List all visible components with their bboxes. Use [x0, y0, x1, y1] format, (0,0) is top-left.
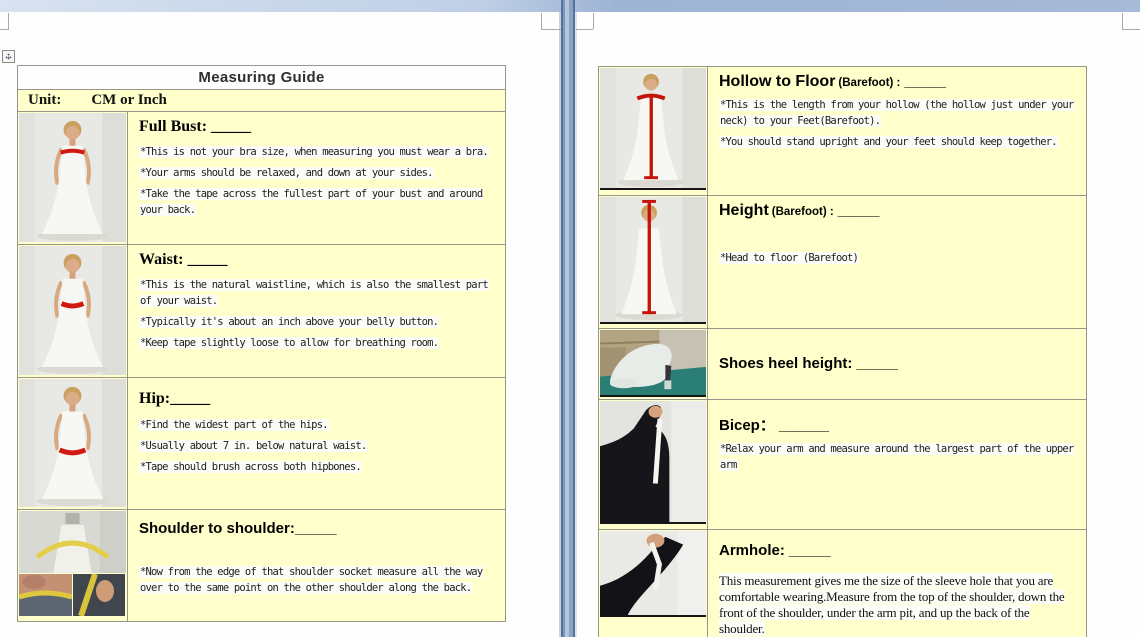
waist-row: Waist:_____ *This is the natural waistli… — [18, 244, 505, 377]
shoes-heel-label: Shoes heel height: — [719, 355, 852, 372]
shoulder-label: Shoulder to shoulder: — [139, 520, 295, 537]
note-text: *You should stand upright and your feet … — [719, 136, 1058, 148]
bride-waist-photo — [19, 246, 126, 375]
full-bust-blank: _____ — [211, 118, 251, 135]
shoes-heel-blank: _____ — [856, 355, 898, 372]
document-page-1[interactable]: ↔ ↕ Measuring Guide Unit: CM or Inch — [0, 12, 561, 637]
hip-cell: Hip:_____ *Find the widest part of the h… — [128, 378, 505, 509]
bride-height-photo — [600, 197, 706, 324]
page-gap — [561, 0, 575, 637]
measuring-guide-table: Measuring Guide Unit: CM or Inch — [17, 65, 506, 622]
bicep-blank: ______ — [779, 417, 829, 434]
note-text: *Typically it's about an inch above your… — [139, 316, 439, 328]
height-sub: (Barefoot) : — [772, 206, 834, 218]
hollow-to-floor-blank: _____ — [904, 73, 946, 90]
note-text: *Relax your arm and measure around the l… — [719, 443, 1074, 471]
table-title-row: Measuring Guide — [18, 66, 505, 89]
armhole-row: Armhole:_____ This measurement gives me … — [599, 529, 1086, 637]
full-bust-photo[interactable] — [18, 112, 128, 244]
hip-tape-photo — [19, 574, 72, 616]
shoulder-row: Shoulder to shoulder:_____ *Now from the… — [18, 509, 505, 621]
note-text: *Your arms should be relaxed, and down a… — [139, 167, 434, 179]
armhole-label: Armhole: — [719, 542, 785, 559]
shoes-heel-cell: Shoes heel height:_____ — [708, 329, 1086, 399]
shoes-heel-row: Shoes heel height:_____ — [599, 328, 1086, 399]
note-text: *This is the natural waistline, which is… — [139, 279, 489, 307]
shoes-heel-photo[interactable] — [599, 329, 708, 399]
word-two-page-view: ↔ ↕ Measuring Guide Unit: CM or Inch — [0, 0, 1140, 637]
page-title: Measuring Guide — [198, 69, 324, 86]
waist-photo[interactable] — [18, 245, 128, 377]
hollow-to-floor-sub: (Barefoot) : — [838, 77, 900, 89]
shoulder-blank: _____ — [295, 520, 337, 537]
note-text: *Find the widest part of the hips. — [139, 419, 329, 431]
armhole-photo[interactable] — [599, 530, 708, 637]
shoulder-cell: Shoulder to shoulder:_____ *Now from the… — [128, 510, 505, 621]
measuring-guide-table-2: Hollow to Floor(Barefoot) :_____ *This i… — [598, 66, 1087, 637]
note-text: *Take the tape across the fullest part o… — [139, 188, 483, 216]
height-row: Height(Barefoot) : _____ *Head to floor (… — [599, 195, 1086, 328]
hollow-to-floor-row: Hollow to Floor(Barefoot) : _____ *This i… — [599, 67, 1086, 195]
hollow-to-floor-label: Hollow to Floor — [719, 73, 835, 90]
bride-hollow-photo — [600, 68, 706, 190]
note-text: *Now from the edge of that shoulder sock… — [139, 566, 483, 594]
note-text: *Usually about 7 in. below natural waist… — [139, 440, 367, 452]
shoulder-photo[interactable] — [18, 510, 128, 621]
hollow-to-floor-photo[interactable] — [599, 67, 708, 195]
unit-row: Unit: CM or Inch — [18, 89, 505, 111]
hip-blank: _____ — [170, 390, 210, 407]
armhole-cell: Armhole:_____ This measurement gives me … — [708, 530, 1086, 637]
hip-row: Hip:_____ *Find the widest part of the h… — [18, 377, 505, 509]
height-label: Height — [719, 202, 769, 219]
margin-crop-mark — [1122, 13, 1123, 29]
armhole-blank: _____ — [789, 542, 831, 559]
bicep-label: Bicep： — [719, 417, 775, 434]
margin-crop-mark — [593, 13, 594, 29]
hip-photo[interactable] — [18, 378, 128, 509]
bicep-photo[interactable] — [599, 400, 708, 529]
tape-closeup-photo — [73, 574, 125, 616]
armhole-body-text: This measurement gives me the size of th… — [719, 573, 1064, 636]
margin-crop-mark — [541, 13, 542, 30]
margin-crop-mark — [0, 29, 8, 30]
waist-blank: _____ — [187, 251, 227, 268]
waist-cell: Waist:_____ *This is the natural waistli… — [128, 245, 505, 377]
unit-label: Unit: — [28, 92, 61, 109]
document-page-2[interactable]: Hollow to Floor(Barefoot) :_____ *This i… — [575, 12, 1140, 637]
full-bust-row: Full Bust:_____ *This is not your bra si… — [18, 111, 505, 244]
hip-label: Hip: — [139, 390, 170, 407]
height-cell: Height(Barefoot) : _____ *Head to floor (… — [708, 196, 1086, 328]
note-text: *This is not your bra size, when measuri… — [139, 146, 489, 158]
mannequin-shoulder-photo — [19, 511, 126, 573]
bicep-measure-photo — [600, 401, 706, 524]
bride-hip-photo — [19, 379, 126, 507]
bicep-cell: Bicep：______ *Relax your arm and measure… — [708, 400, 1086, 529]
bicep-row: Bicep：______ *Relax your arm and measure… — [599, 399, 1086, 529]
move-arrows-icon: ↕ — [3, 51, 14, 62]
margin-crop-mark — [1122, 29, 1140, 30]
armhole-measure-photo — [600, 531, 706, 617]
bride-bust-photo — [19, 113, 126, 242]
margin-crop-mark — [576, 29, 593, 30]
waist-label: Waist: — [139, 251, 183, 268]
margin-crop-mark — [541, 29, 561, 30]
note-text: *This is the length from your hollow (th… — [719, 99, 1074, 127]
hollow-to-floor-cell: Hollow to Floor(Barefoot) : _____ *This i… — [708, 67, 1086, 195]
height-blank: _____ — [838, 202, 880, 219]
full-bust-label: Full Bust: — [139, 118, 207, 135]
note-text: *Tape should brush across both hipbones. — [139, 461, 362, 473]
full-bust-cell: Full Bust:_____ *This is not your bra si… — [128, 112, 505, 244]
height-photo[interactable] — [599, 196, 708, 328]
heel-shoe-photo — [600, 330, 706, 397]
margin-crop-mark — [8, 13, 9, 30]
shoulder-collage — [19, 574, 126, 616]
note-text: *Keep tape slightly loose to allow for b… — [139, 337, 439, 349]
unit-value: CM or Inch — [91, 92, 167, 109]
note-text: *Head to floor (Barefoot) — [719, 252, 859, 264]
table-move-handle[interactable]: ↔ ↕ — [2, 50, 15, 63]
